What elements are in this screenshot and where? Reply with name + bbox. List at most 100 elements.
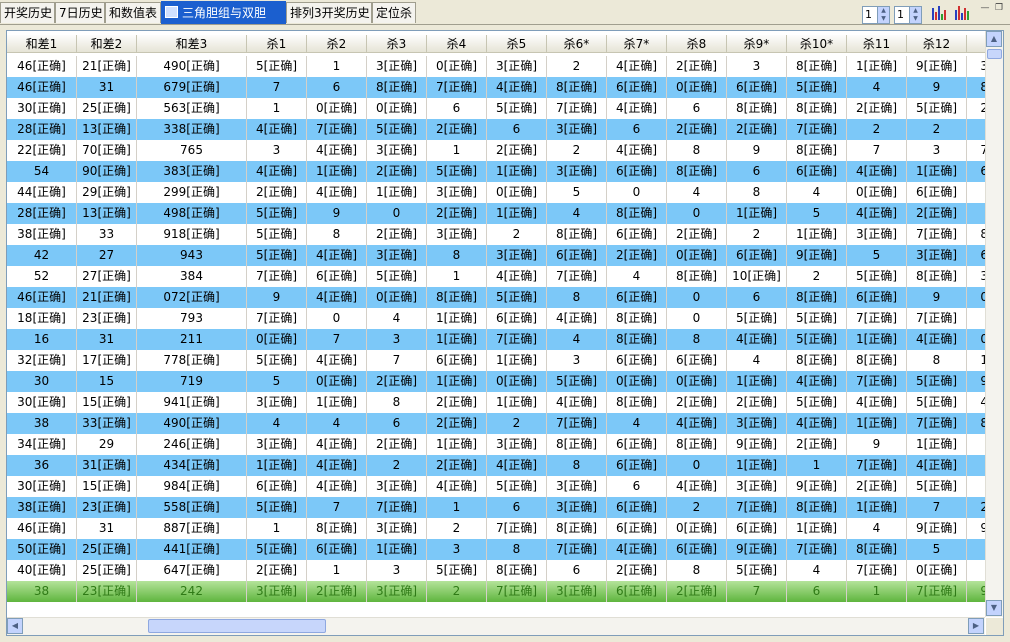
table-cell: 9[正确] xyxy=(907,56,967,77)
table-cell xyxy=(967,203,985,224)
table-cell: 46[正确] xyxy=(7,77,77,98)
table-cell: 3[正确] xyxy=(247,581,307,602)
spinner-up-icon[interactable]: ▲ xyxy=(909,7,921,15)
table-row[interactable]: 30 15 719 5 0[正确] 2[正确] 1[正确] 0[正确] 5[正确] 0[正确] 0[… xyxy=(7,371,985,392)
table-row[interactable]: 36 31[正确] 434[正确] 1[正确] 4[正确] 2 2[正确] 4[正确] 8 6[正… xyxy=(7,455,985,476)
column-header[interactable]: 和差2 xyxy=(77,35,137,53)
table-row[interactable]: 32[正确] 17[正确] 778[正确] 5[正确] 4[正确] 7 6[正确] 1[正确]… xyxy=(7,350,985,371)
horizontal-scrollbar[interactable]: ◀ ▶ xyxy=(7,617,985,635)
column-header[interactable] xyxy=(967,35,985,53)
table-row[interactable]: 30[正确] 25[正确] 563[正确] 1 0[正确] 0[正确] 6 5[正确] 7[正确… xyxy=(7,98,985,119)
table-cell: 23[正确] xyxy=(77,308,137,329)
column-header[interactable]: 和差3 xyxy=(137,35,247,53)
table-cell: 6[正确] xyxy=(787,161,847,182)
table-row[interactable]: 42 27 943 5[正确] 4[正确] 3[正确] 8 3[正确] 6[正确] 2[正确] 0[… xyxy=(7,245,985,266)
table-cell: 1 xyxy=(787,455,847,476)
scroll-left-icon[interactable]: ◀ xyxy=(7,618,23,634)
restore-icon[interactable]: ❐ xyxy=(994,3,1004,13)
vertical-scrollbar[interactable]: ▲ ▼ xyxy=(985,31,1003,617)
column-header[interactable]: 杀4 xyxy=(427,35,487,53)
tab-6[interactable]: 定位杀 xyxy=(372,2,416,23)
table-row[interactable]: 46[正确] 31 679[正确] 7 6 8[正确] 7[正确] 4[正确] 8[正确] 6[正… xyxy=(7,77,985,98)
table-cell: 2 xyxy=(727,224,787,245)
table-cell: 941[正确] xyxy=(137,392,247,413)
table-row[interactable]: 50[正确] 25[正确] 441[正确] 5[正确] 6[正确] 1[正确] 3 8 7[正确… xyxy=(7,539,985,560)
table-cell: 4[正确] xyxy=(307,287,367,308)
scroll-up-icon[interactable]: ▲ xyxy=(986,31,1002,47)
table-cell: 4 xyxy=(607,413,667,434)
column-header[interactable]: 杀6* xyxy=(547,35,607,53)
spinner-down-icon[interactable]: ▼ xyxy=(877,15,889,23)
table-row[interactable]: 44[正确] 29[正确] 299[正确] 2[正确] 4[正确] 1[正确] 3[正确] 0… xyxy=(7,182,985,203)
column-header[interactable]: 杀7* xyxy=(607,35,667,53)
table-cell: 8[正确] xyxy=(547,518,607,539)
tab-2[interactable]: 7日历史 xyxy=(55,2,105,23)
bar-chart-icon[interactable] xyxy=(931,6,947,22)
table-cell: 29 xyxy=(77,434,137,455)
table-row[interactable]: 30[正确] 15[正确] 941[正确] 3[正确] 1[正确] 8 2[正确] 1[正确]… xyxy=(7,392,985,413)
table-row[interactable]: 22[正确] 70[正确] 765 3 4[正确] 3[正确] 1 2[正确] 2 4[正确] 8 9… xyxy=(7,140,985,161)
table-cell: 3[正确] xyxy=(247,434,307,455)
column-header[interactable]: 杀2 xyxy=(307,35,367,53)
table-row[interactable]: 34[正确] 29 246[正确] 3[正确] 4[正确] 2[正确] 1[正确] 3[正确]… xyxy=(7,434,985,455)
table-row[interactable]: 30[正确] 15[正确] 984[正确] 6[正确] 4[正确] 3[正确] 4[正确] 5… xyxy=(7,476,985,497)
column-header[interactable]: 杀12 xyxy=(907,35,967,53)
table-row[interactable]: 28[正确] 13[正确] 498[正确] 5[正确] 9 0 2[正确] 1[正确] 4 8[正… xyxy=(7,203,985,224)
spinner-2[interactable]: 1 ▲ ▼ xyxy=(894,6,922,24)
column-header[interactable]: 杀10* xyxy=(787,35,847,53)
table-cell: 6[正确] xyxy=(607,497,667,518)
table-cell: 2 xyxy=(907,119,967,140)
table-row[interactable]: 38[正确] 23[正确] 558[正确] 5[正确] 7 7[正确] 1 6 3[正确] 6[正… xyxy=(7,497,985,518)
table-row[interactable]: 18[正确] 23[正确] 793 7[正确] 0 4 1[正确] 6[正确] 4[正确] 8[正… xyxy=(7,308,985,329)
tab-3[interactable]: 和数值表 xyxy=(105,2,161,23)
bar-chart-icon[interactable] xyxy=(954,6,970,22)
column-header[interactable]: 杀3 xyxy=(367,35,427,53)
tab-1[interactable]: 开奖历史 xyxy=(0,2,55,23)
column-header[interactable]: 杀9* xyxy=(727,35,787,53)
table-row[interactable]: 46[正确] 21[正确] 072[正确] 9 4[正确] 0[正确] 8[正确] 5[正确]… xyxy=(7,287,985,308)
table-row[interactable]: 40[正确] 25[正确] 647[正确] 2[正确] 1 3 5[正确] 8[正确] 6 2[正… xyxy=(7,560,985,581)
table-row[interactable]: 52 27[正确] 384 7[正确] 6[正确] 5[正确] 1 4[正确] 7[正确] 4 8[… xyxy=(7,266,985,287)
table-cell: 9[正确] xyxy=(787,476,847,497)
data-grid-panel: 和差1 和差2 和差3 杀1 杀2 杀3 杀4 杀5 杀6* 杀7* 杀8 杀9* 杀10* 杀11 杀12… xyxy=(6,30,1004,636)
vertical-scroll-thumb[interactable] xyxy=(987,49,1002,59)
tab-5[interactable]: 排列3开奖历史 xyxy=(286,2,372,23)
table-cell: 23[正确] xyxy=(77,497,137,518)
table-row[interactable]: 46[正确] 21[正确] 490[正确] 5[正确] 1 3[正确] 0[正确] 3[正确]… xyxy=(7,56,985,77)
tab-label: 定位杀 xyxy=(376,6,413,20)
column-header[interactable]: 杀11 xyxy=(847,35,907,53)
horizontal-scroll-thumb[interactable] xyxy=(148,619,326,633)
minimize-icon[interactable]: — xyxy=(980,3,990,13)
table-cell: 8 xyxy=(907,350,967,371)
spinner-down-icon[interactable]: ▼ xyxy=(909,15,921,23)
table-cell: 9 xyxy=(847,434,907,455)
table-row[interactable]: 54 90[正确] 383[正确] 4[正确] 1[正确] 2[正确] 5[正确] 1[正确]… xyxy=(7,161,985,182)
table-row[interactable]: 16 31 211 0[正确] 7 3 1[正确] 7[正确] 4 8[正确] 8 4[正确] 5[正确… xyxy=(7,329,985,350)
table-row[interactable]: 38 23[正确] 242 3[正确] 2[正确] 3[正确] 2 7[正确] 3[正确] 6[正… xyxy=(7,581,985,602)
table-cell: 5[正确] xyxy=(247,56,307,77)
scroll-down-icon[interactable]: ▼ xyxy=(986,600,1002,616)
table-row[interactable]: 38 33[正确] 490[正确] 4 4 6 2[正确] 2 7[正确] 4 4[正确] 3[正确]… xyxy=(7,413,985,434)
table-row[interactable]: 38[正确] 33 918[正确] 5[正确] 8 2[正确] 3[正确] 2 8[正确] 6[正… xyxy=(7,224,985,245)
column-header[interactable]: 和差1 xyxy=(7,35,77,53)
scroll-right-icon[interactable]: ▶ xyxy=(968,618,984,634)
tab-4[interactable]: 三角胆组与双胆 xyxy=(161,1,286,24)
table-row[interactable]: 28[正确] 13[正确] 338[正确] 4[正确] 7[正确] 5[正确] 2[正确] 6… xyxy=(7,119,985,140)
tab-bar: 开奖历史 7日历史 和数值表 三角胆组与双胆 排列3开奖历史 定位杀 xyxy=(0,0,1010,25)
table-cell: 984[正确] xyxy=(137,476,247,497)
table-cell: 7[正确] xyxy=(787,539,847,560)
table-cell: 6[ xyxy=(967,245,985,266)
table-cell: 1[正确] xyxy=(487,392,547,413)
table-cell: 3[正确] xyxy=(247,392,307,413)
column-header[interactable]: 杀8 xyxy=(667,35,727,53)
table-cell: 3[正确] xyxy=(427,224,487,245)
column-header[interactable]: 杀5 xyxy=(487,35,547,53)
table-row[interactable]: 46[正确] 31 887[正确] 1 8[正确] 3[正确] 2 7[正确] 8[正确] 6[正… xyxy=(7,518,985,539)
table-cell: 2[正确] xyxy=(907,203,967,224)
column-header[interactable]: 杀1 xyxy=(247,35,307,53)
spinner-up-icon[interactable]: ▲ xyxy=(877,7,889,15)
table-cell: 3[正确] xyxy=(367,245,427,266)
spinner-1[interactable]: 1 ▲ ▼ xyxy=(862,6,890,24)
table-cell: 3 xyxy=(427,539,487,560)
table-cell: 1[正确] xyxy=(427,371,487,392)
